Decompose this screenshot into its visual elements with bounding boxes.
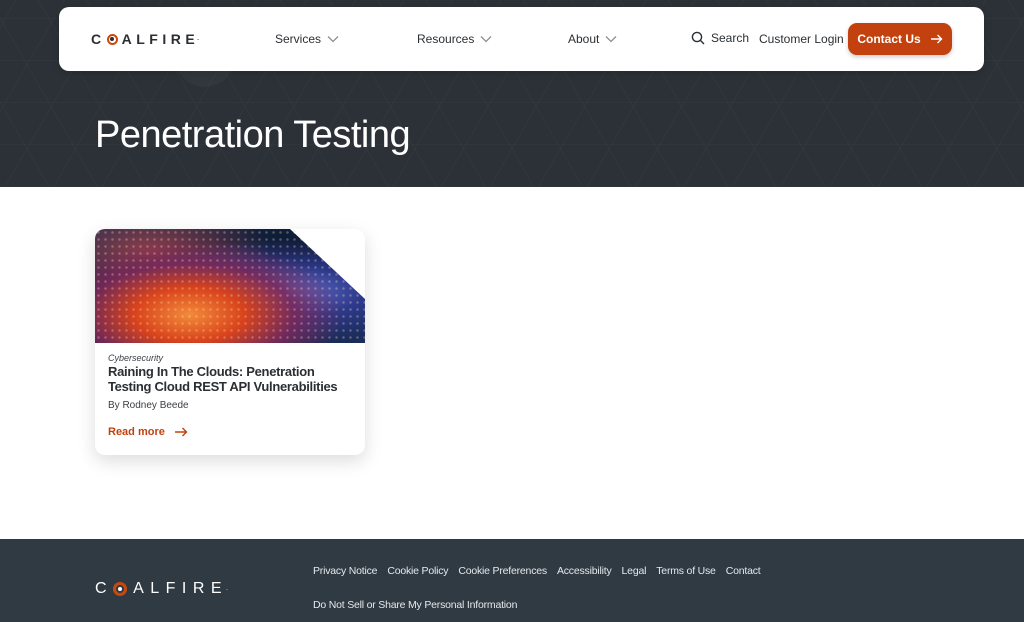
logo-text-rest: ALFIRE (133, 580, 229, 597)
site-footer: C ALFIRE . Privacy Notice Cookie Policy … (0, 539, 1024, 622)
article-thumbnail[interactable] (95, 229, 365, 343)
nav-services-label: Services (275, 32, 322, 46)
page-title: Penetration Testing (95, 114, 411, 156)
trademark-dot: . (226, 586, 228, 592)
nav-services[interactable]: Services (275, 32, 339, 46)
nav-resources[interactable]: Resources (417, 32, 492, 46)
chevron-down-icon (480, 36, 492, 43)
footer-coalfire-logo[interactable]: C ALFIRE . (95, 580, 228, 598)
arrow-right-icon (174, 427, 188, 437)
nav-resources-label: Resources (417, 32, 475, 46)
footer-link-cookie-policy[interactable]: Cookie Policy (387, 565, 448, 577)
trademark-dot: . (197, 36, 199, 42)
logo-text-c: C (91, 31, 106, 47)
article-title[interactable]: Raining In The Clouds: Penetration Testi… (108, 364, 352, 394)
coalfire-logo[interactable]: C ALFIRE . (91, 31, 199, 47)
footer-link-legal[interactable]: Legal (622, 565, 647, 577)
logo-hexagon-icon (106, 33, 118, 45)
footer-link-do-not-sell[interactable]: Do Not Sell or Share My Personal Informa… (313, 599, 517, 611)
search-icon (691, 31, 705, 45)
read-more-label: Read more (108, 426, 165, 438)
search-button[interactable]: Search (691, 31, 749, 45)
footer-link-contact[interactable]: Contact (726, 565, 761, 577)
article-card[interactable]: Cybersecurity Raining In The Clouds: Pen… (95, 229, 365, 455)
footer-link-terms[interactable]: Terms of Use (656, 565, 716, 577)
nav-about-label: About (568, 32, 600, 46)
footer-link-privacy[interactable]: Privacy Notice (313, 565, 378, 577)
search-label: Search (711, 31, 750, 45)
chevron-down-icon (327, 36, 339, 43)
top-navigation: C ALFIRE . Services Resources About Sear… (59, 7, 984, 71)
contact-us-button[interactable]: Contact Us (848, 23, 952, 55)
customer-login-link[interactable]: Customer Login (759, 32, 844, 46)
footer-link-cookie-preferences[interactable]: Cookie Preferences (458, 565, 547, 577)
footer-links: Privacy Notice Cookie Policy Cookie Pref… (313, 565, 761, 577)
logo-text-c: C (95, 580, 114, 597)
footer-link-accessibility[interactable]: Accessibility (557, 565, 612, 577)
chevron-down-icon (605, 36, 617, 43)
logo-text-rest: ALFIRE (121, 31, 200, 47)
read-more-link[interactable]: Read more (108, 426, 188, 438)
nav-about[interactable]: About (568, 32, 617, 46)
article-author: By Rodney Beede (108, 400, 189, 411)
article-category: Cybersecurity (108, 353, 164, 363)
contact-us-label: Contact Us (857, 32, 921, 46)
logo-hexagon-icon (113, 582, 128, 596)
arrow-right-icon (930, 34, 943, 44)
